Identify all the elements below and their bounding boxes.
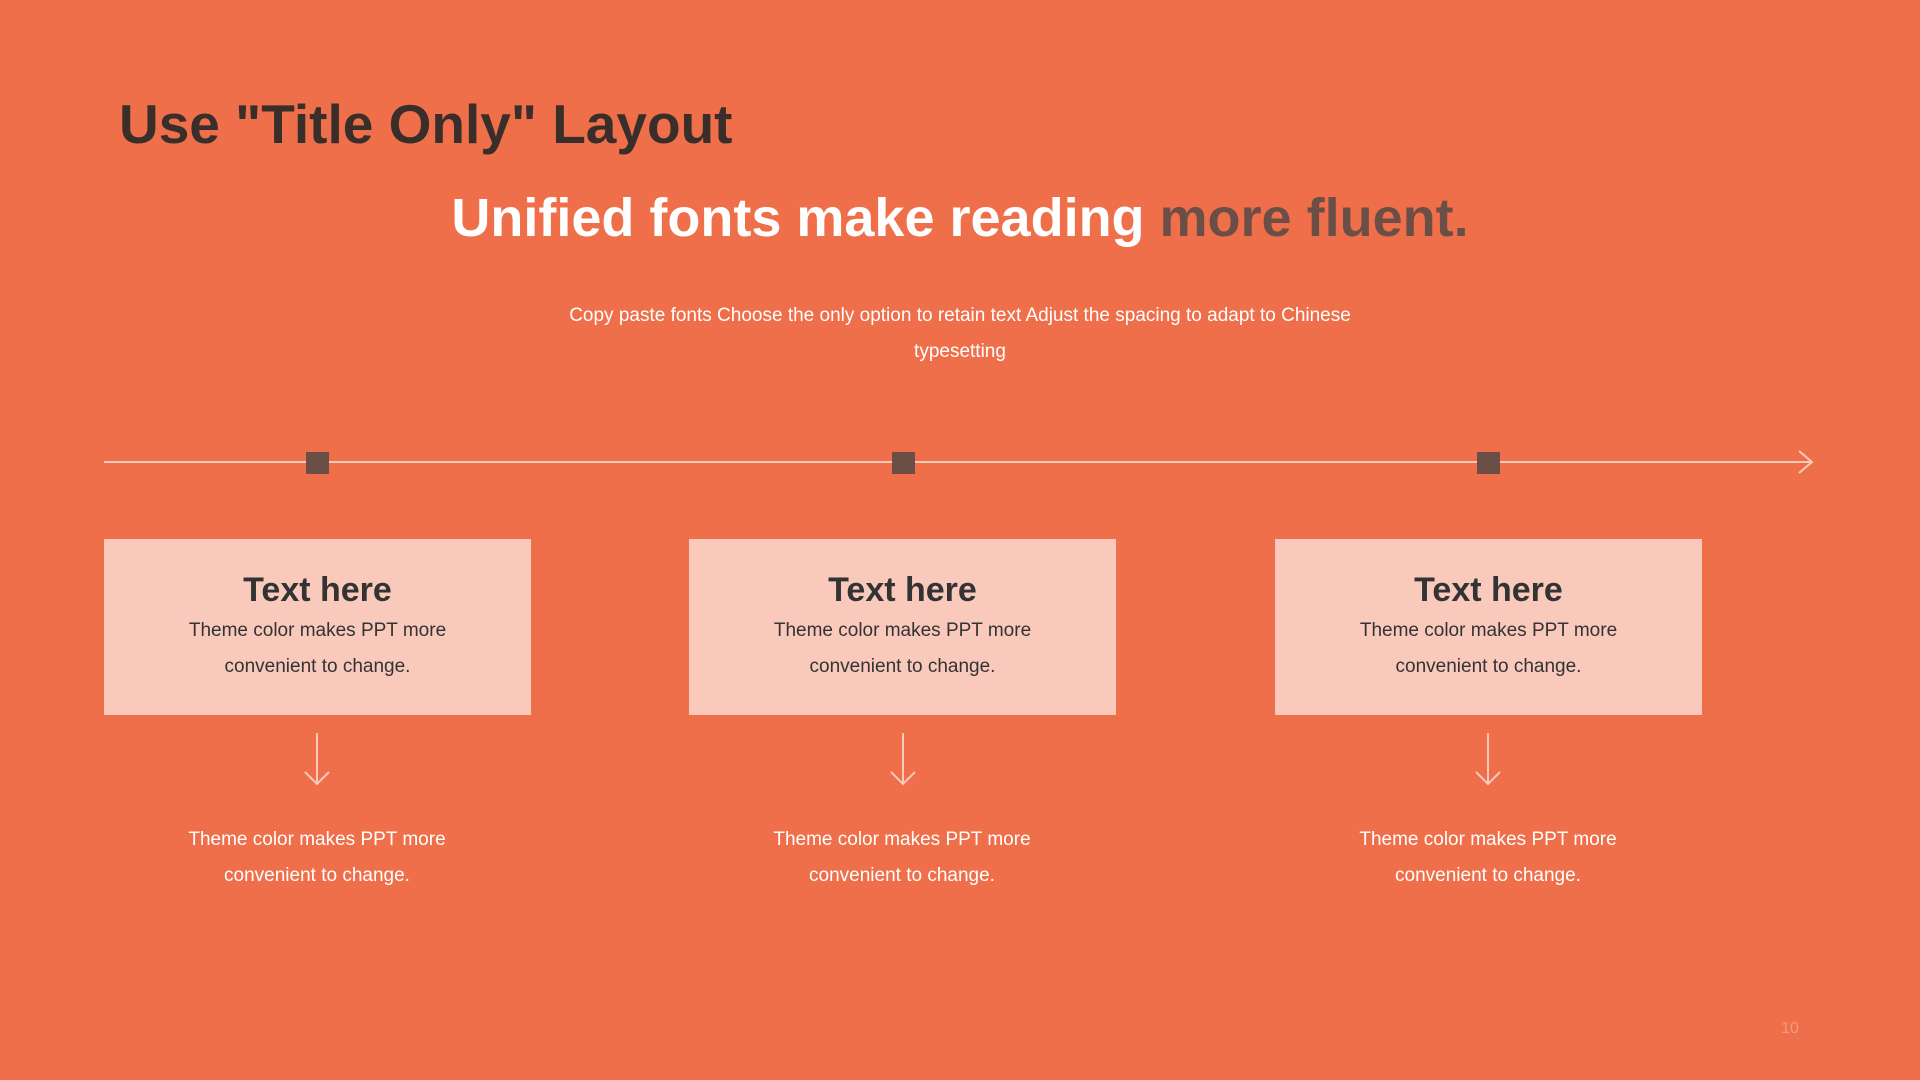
headline-accent: more fluent. <box>1159 188 1469 248</box>
card-text: Theme color makes PPT more convenient to… <box>1359 620 1618 677</box>
page-number: 10 <box>1781 1020 1799 1037</box>
card-text: Theme color makes PPT more convenient to… <box>773 620 1032 677</box>
down-arrow-icon-2 <box>890 733 916 786</box>
timeline-arrowhead-icon <box>1798 450 1814 474</box>
card-title: Text here <box>828 571 977 609</box>
down-arrow-icon-1 <box>304 733 330 786</box>
card-title: Text here <box>243 571 392 609</box>
headline-main: Unified fonts make reading <box>451 188 1160 248</box>
down-arrow-icon-3 <box>1475 733 1501 786</box>
timeline-marker-3 <box>1477 452 1500 474</box>
timeline-marker-2 <box>892 452 915 474</box>
subtitle: Copy paste fonts Choose the only option … <box>569 305 1351 362</box>
timeline-marker-1 <box>306 452 329 474</box>
slide: Use "Title Only" Layout Unified fonts ma… <box>0 0 1920 1080</box>
slide-title: Use "Title Only" Layout <box>119 93 733 155</box>
card-1: Text here Theme color makes PPT more con… <box>104 539 531 715</box>
card-title: Text here <box>1414 571 1563 609</box>
card-2: Text here Theme color makes PPT more con… <box>689 539 1116 715</box>
card-text: Theme color makes PPT more convenient to… <box>188 620 447 677</box>
below-text-3: Theme color makes PPT more convenient to… <box>1359 829 1617 886</box>
card-3: Text here Theme color makes PPT more con… <box>1275 539 1702 715</box>
headline: Unified fonts make reading more fluent. <box>0 180 1920 256</box>
below-text-2: Theme color makes PPT more convenient to… <box>773 829 1031 886</box>
below-text-1: Theme color makes PPT more convenient to… <box>188 829 446 886</box>
